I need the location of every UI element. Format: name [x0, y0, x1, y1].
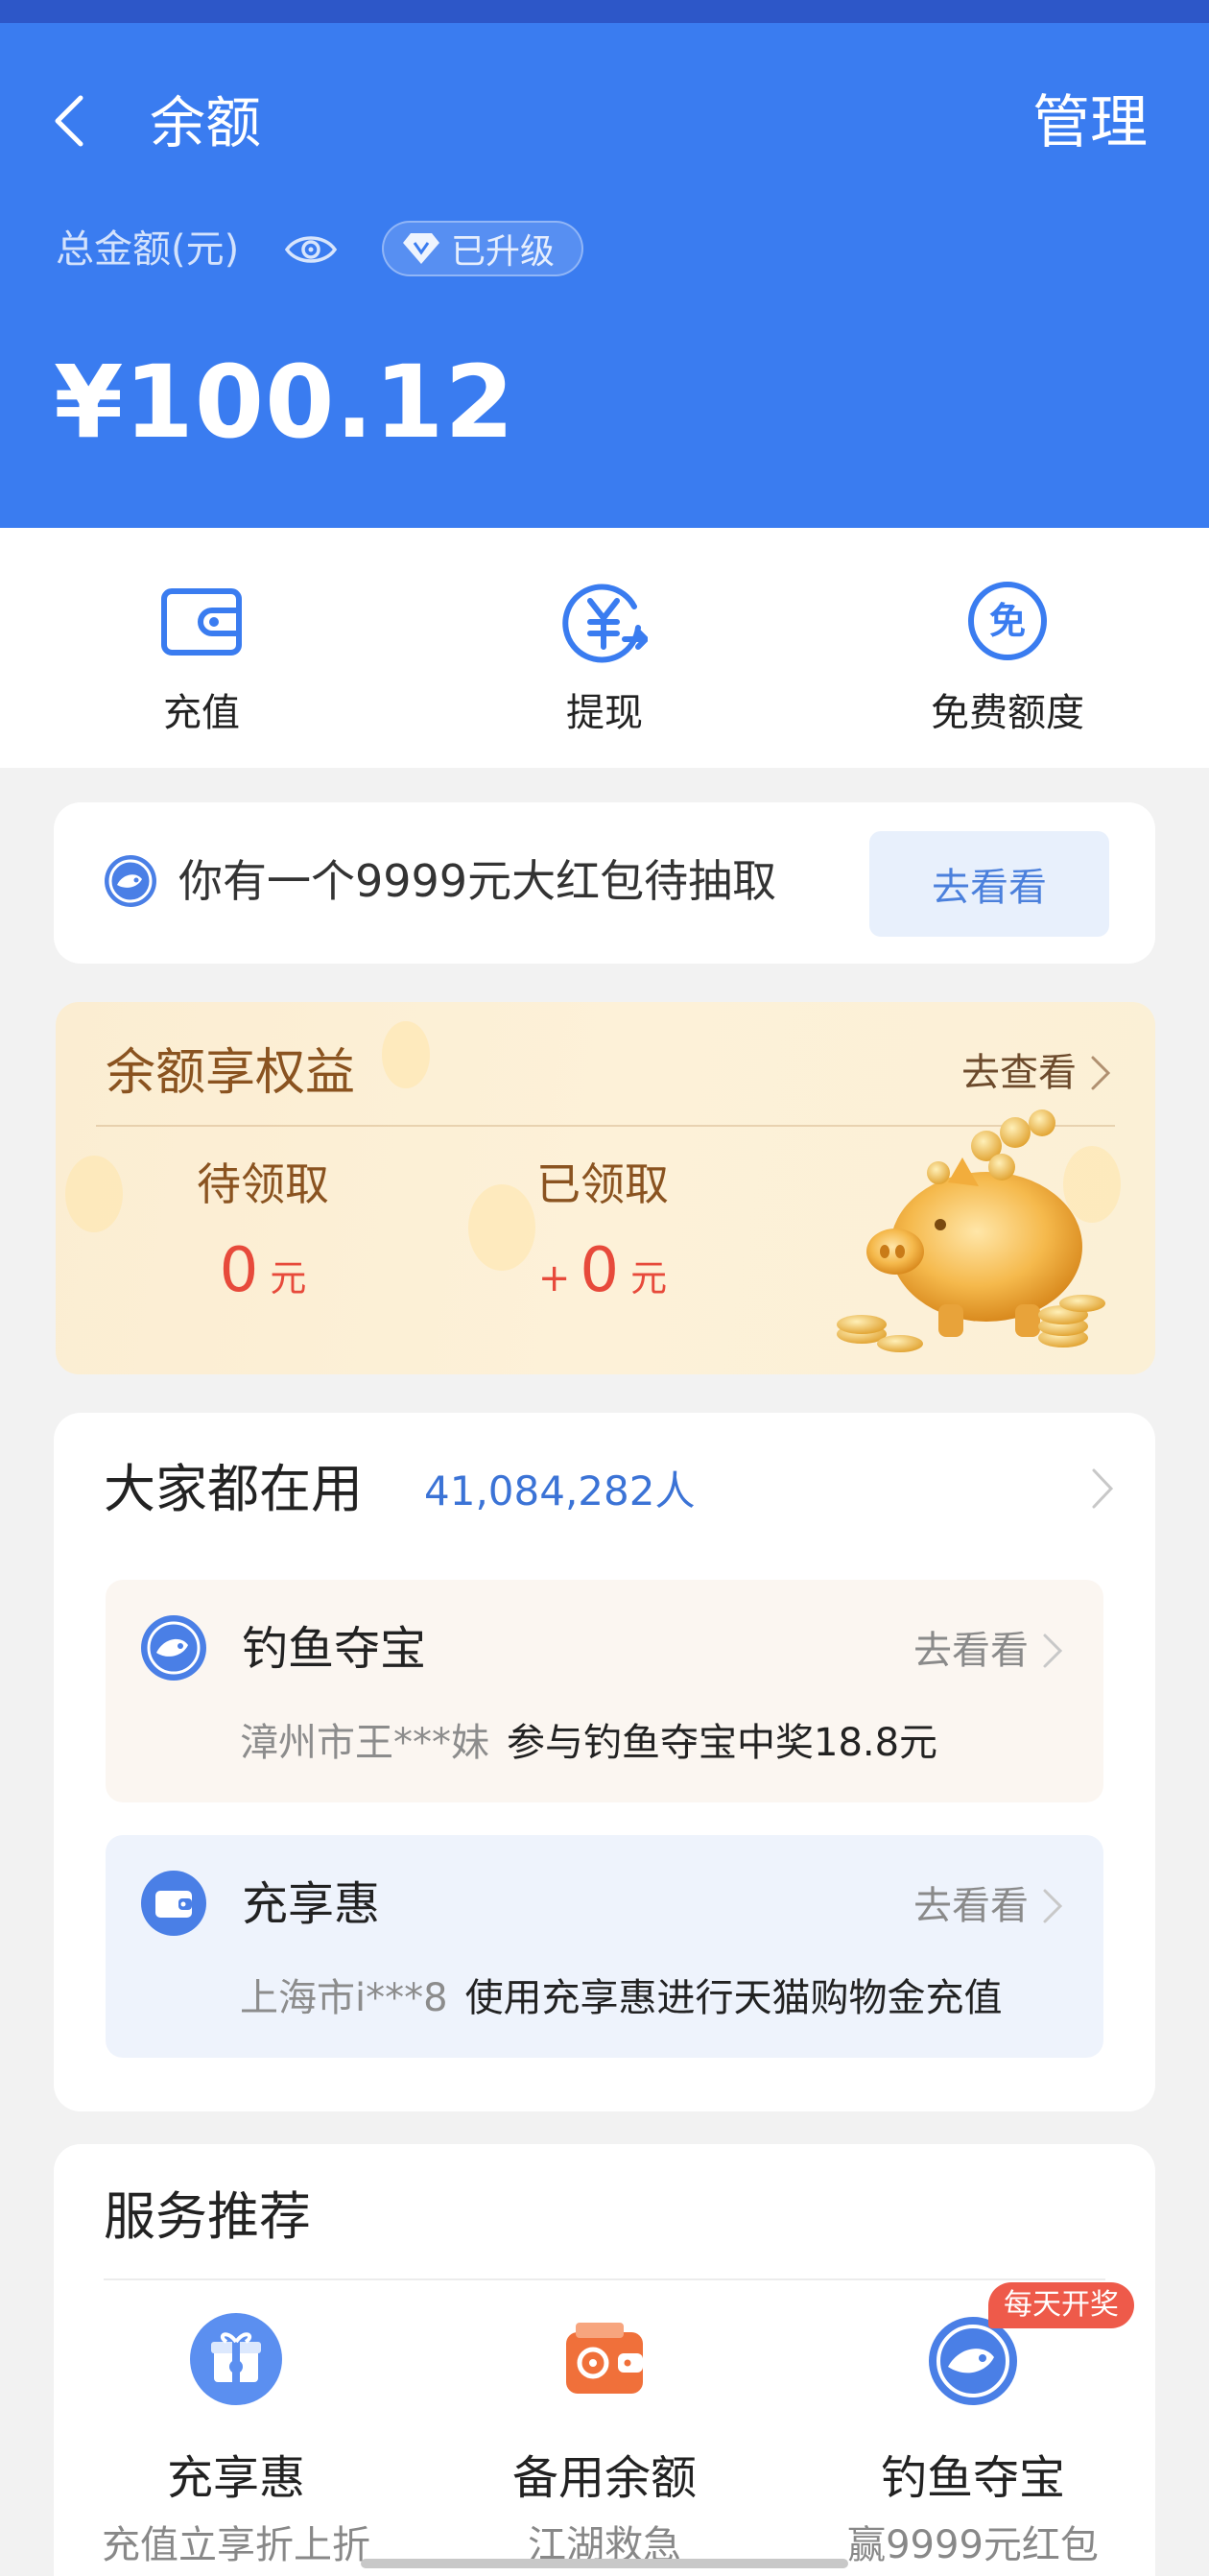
chevron-right-icon — [1043, 1634, 1063, 1668]
popular-services-card: 大家都在用 41,084,282人 钓鱼夺宝 去看看 漳州市王***妹 参与钓鱼夺… — [54, 1413, 1155, 2111]
decor-blob — [65, 1156, 123, 1232]
fishing-treasure-desc: 漳州市王***妹 参与钓鱼夺宝中奖18.8元 — [240, 1712, 937, 1774]
received-amount: 0 — [580, 1235, 620, 1306]
fish-treasure-icon — [141, 1615, 206, 1681]
chevron-left-icon — [55, 95, 83, 147]
pending-value: 0元 — [138, 1232, 388, 1324]
balance-header: 余额 管理 总金额(元) 已升级 ¥100.12 — [0, 23, 1209, 528]
daily-draw-badge: 每天开奖 — [988, 2282, 1134, 2328]
upgrade-badge[interactable]: 已升级 — [382, 221, 583, 276]
withdraw-label: 提现 — [566, 691, 643, 735]
winner-name: 漳州市王***妹 — [240, 1721, 489, 1765]
recharge-discount-link[interactable]: 去看看 — [913, 1877, 1065, 1935]
balance-amount: ¥100.12 — [54, 344, 515, 461]
diamond-icon — [403, 233, 439, 264]
popular-title: 大家都在用 — [104, 1459, 363, 1519]
red-packet-promo-card[interactable]: 你有一个9999元大红包待抽取 去看看 — [54, 802, 1155, 964]
free-quota-label: 免费额度 — [931, 691, 1084, 735]
manage-button[interactable]: 管理 — [1032, 84, 1148, 161]
user-action-text: 使用充享惠进行天猫购物金充值 — [464, 1976, 1003, 2020]
service-name: 充享惠 — [166, 2451, 305, 2505]
service-backup-balance[interactable]: 备用余额 江湖救急 — [432, 2307, 777, 2574]
fish-treasure-icon — [105, 855, 156, 907]
promo-go-button[interactable]: 去看看 — [869, 831, 1109, 937]
chevron-right-icon — [1043, 1889, 1063, 1923]
free-quota-icon: 免 — [968, 582, 1047, 660]
popular-user-count: 41,084,282人 — [424, 1467, 696, 1515]
fishing-treasure-title: 钓鱼夺宝 — [242, 1622, 427, 1676]
service-name: 钓鱼夺宝 — [880, 2451, 1065, 2505]
received-plus: + — [537, 1256, 571, 1300]
free-quota-action[interactable]: 免 免费额度 — [806, 528, 1209, 768]
fishing-treasure-link-label: 去看看 — [913, 1629, 1029, 1673]
service-recommendations-card: 服务推荐 充享惠 充值立享折上折 备用余额 江湖救急 每天开奖 钓鱼夺宝 赢99… — [54, 2144, 1155, 2576]
chevron-right-icon[interactable] — [1088, 1465, 1117, 1513]
pending-benefit: 待领取 0元 — [138, 1150, 388, 1324]
services-divider — [104, 2278, 1105, 2280]
wallet-icon — [161, 588, 242, 656]
user-name: 上海市i***8 — [240, 1976, 448, 2020]
received-unit: 元 — [630, 1257, 668, 1300]
backup-wallet-icon — [566, 2323, 643, 2394]
decor-blob — [382, 1021, 430, 1088]
total-amount-label: 总金额(元) — [56, 227, 240, 272]
pending-label: 待领取 — [197, 1158, 329, 1210]
chevron-right-icon — [1091, 1056, 1111, 1090]
withdraw-action[interactable]: 提现 — [403, 528, 806, 768]
home-indicator[interactable] — [361, 2559, 848, 2568]
service-recharge-discount[interactable]: 充享惠 充值立享折上折 — [63, 2307, 409, 2574]
winner-text: 参与钓鱼夺宝中奖18.8元 — [507, 1721, 938, 1765]
service-fishing-treasure[interactable]: 每天开奖 钓鱼夺宝 赢9999元红包 — [800, 2282, 1146, 2574]
recharge-label: 充值 — [163, 691, 240, 735]
page-title: 余额 — [150, 90, 262, 155]
withdraw-yuan-icon — [562, 584, 648, 663]
quick-actions: 充值 提现 免 免费额度 — [0, 528, 1209, 768]
benefits-view-label: 去查看 — [961, 1051, 1077, 1095]
eye-icon[interactable] — [284, 225, 338, 274]
back-button[interactable] — [52, 83, 100, 159]
recharge-discount-item[interactable]: 充享惠 去看看 上海市i***8 使用充享惠进行天猫购物金充值 — [106, 1835, 1103, 2058]
services-title: 服务推荐 — [104, 2186, 311, 2247]
pending-amount: 0 — [219, 1235, 259, 1306]
received-benefit: 已领取 +0 元 — [478, 1150, 727, 1324]
recharge-discount-link-label: 去看看 — [913, 1884, 1029, 1928]
recharge-discount-title: 充享惠 — [242, 1877, 381, 1931]
piggy-bank-coins-illustration — [837, 1109, 1105, 1352]
promo-text: 你有一个9999元大红包待抽取 — [178, 855, 777, 907]
fishing-treasure-link[interactable]: 去看看 — [913, 1622, 1065, 1680]
status-bar — [0, 0, 1209, 23]
recharge-action[interactable]: 充值 — [0, 528, 403, 768]
wallet-icon — [141, 1871, 206, 1936]
svg-text:免: 免 — [989, 600, 1026, 642]
benefits-view-link[interactable]: 去查看 — [961, 1044, 1113, 1102]
upgrade-badge-label: 已升级 — [451, 232, 556, 272]
service-desc: 充值立享折上折 — [102, 2523, 370, 2567]
received-label: 已领取 — [536, 1158, 669, 1210]
pending-unit: 元 — [270, 1257, 307, 1300]
service-name: 备用余额 — [511, 2451, 697, 2505]
received-value: +0 元 — [478, 1232, 727, 1324]
gift-icon — [190, 2313, 282, 2405]
recharge-discount-desc: 上海市i***8 使用充享惠进行天猫购物金充值 — [240, 1968, 1003, 2029]
service-desc: 赢9999元红包 — [847, 2523, 1099, 2567]
benefits-title: 余额享权益 — [106, 1044, 356, 1102]
fishing-treasure-item[interactable]: 钓鱼夺宝 去看看 漳州市王***妹 参与钓鱼夺宝中奖18.8元 — [106, 1580, 1103, 1802]
balance-benefits-card: 余额享权益 去查看 待领取 0元 已领取 +0 元 — [56, 1002, 1155, 1374]
